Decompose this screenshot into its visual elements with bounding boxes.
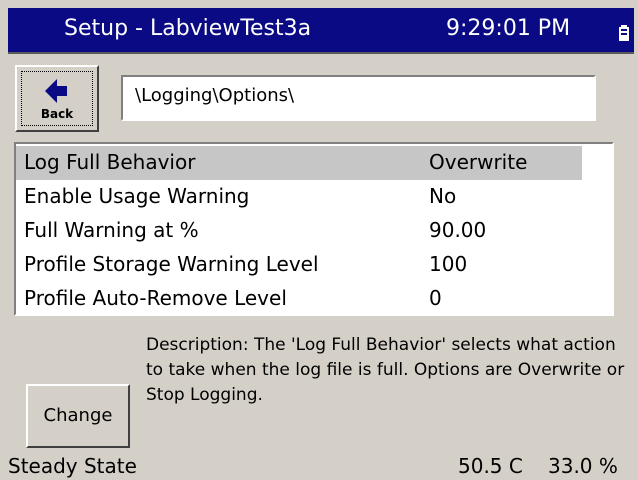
description-text: Description: The 'Log Full Behavior' sel…: [146, 335, 625, 405]
clock: 9:29:01 PM: [446, 16, 571, 41]
settings-row-full-warning[interactable]: Full Warning at % 90.00: [16, 214, 612, 248]
battery-icon: [618, 22, 630, 41]
setting-name: Profile Auto-Remove Level: [24, 286, 287, 310]
settings-row-profile-auto-remove[interactable]: Profile Auto-Remove Level 0: [16, 282, 612, 316]
change-button[interactable]: Change: [26, 384, 130, 448]
settings-row-log-full-behavior[interactable]: Log Full Behavior Overwrite: [16, 146, 582, 180]
settings-list[interactable]: Log Full Behavior Overwrite Enable Usage…: [14, 142, 614, 316]
setting-value: 100: [429, 252, 468, 276]
setting-name: Enable Usage Warning: [24, 184, 250, 208]
back-button[interactable]: Back: [15, 65, 99, 132]
setting-name: Full Warning at %: [24, 218, 199, 242]
left-arrow-icon: [45, 79, 67, 103]
setting-name: Profile Storage Warning Level: [24, 252, 319, 276]
window-title: Setup - LabviewTest3a: [64, 16, 312, 41]
settings-row-profile-storage-warning[interactable]: Profile Storage Warning Level 100: [16, 248, 612, 282]
setting-name: Log Full Behavior: [24, 150, 196, 174]
status-bar: Steady State 50.5 C 33.0 %: [8, 454, 634, 480]
temperature-readout: 50.5 C: [458, 454, 523, 478]
setting-value: No: [429, 184, 457, 208]
path-field: \Logging\Options\: [121, 75, 596, 121]
back-button-label: Back: [40, 107, 74, 121]
title-bar: Setup - LabviewTest3a 9:29:01 PM: [8, 8, 634, 54]
humidity-readout: 33.0 %: [548, 454, 618, 478]
setting-value: Overwrite: [429, 150, 528, 174]
chamber-state: Steady State: [8, 454, 137, 478]
settings-row-enable-usage-warning[interactable]: Enable Usage Warning No: [16, 180, 612, 214]
setting-value: 0: [429, 286, 442, 310]
setting-value: 90.00: [429, 218, 487, 242]
